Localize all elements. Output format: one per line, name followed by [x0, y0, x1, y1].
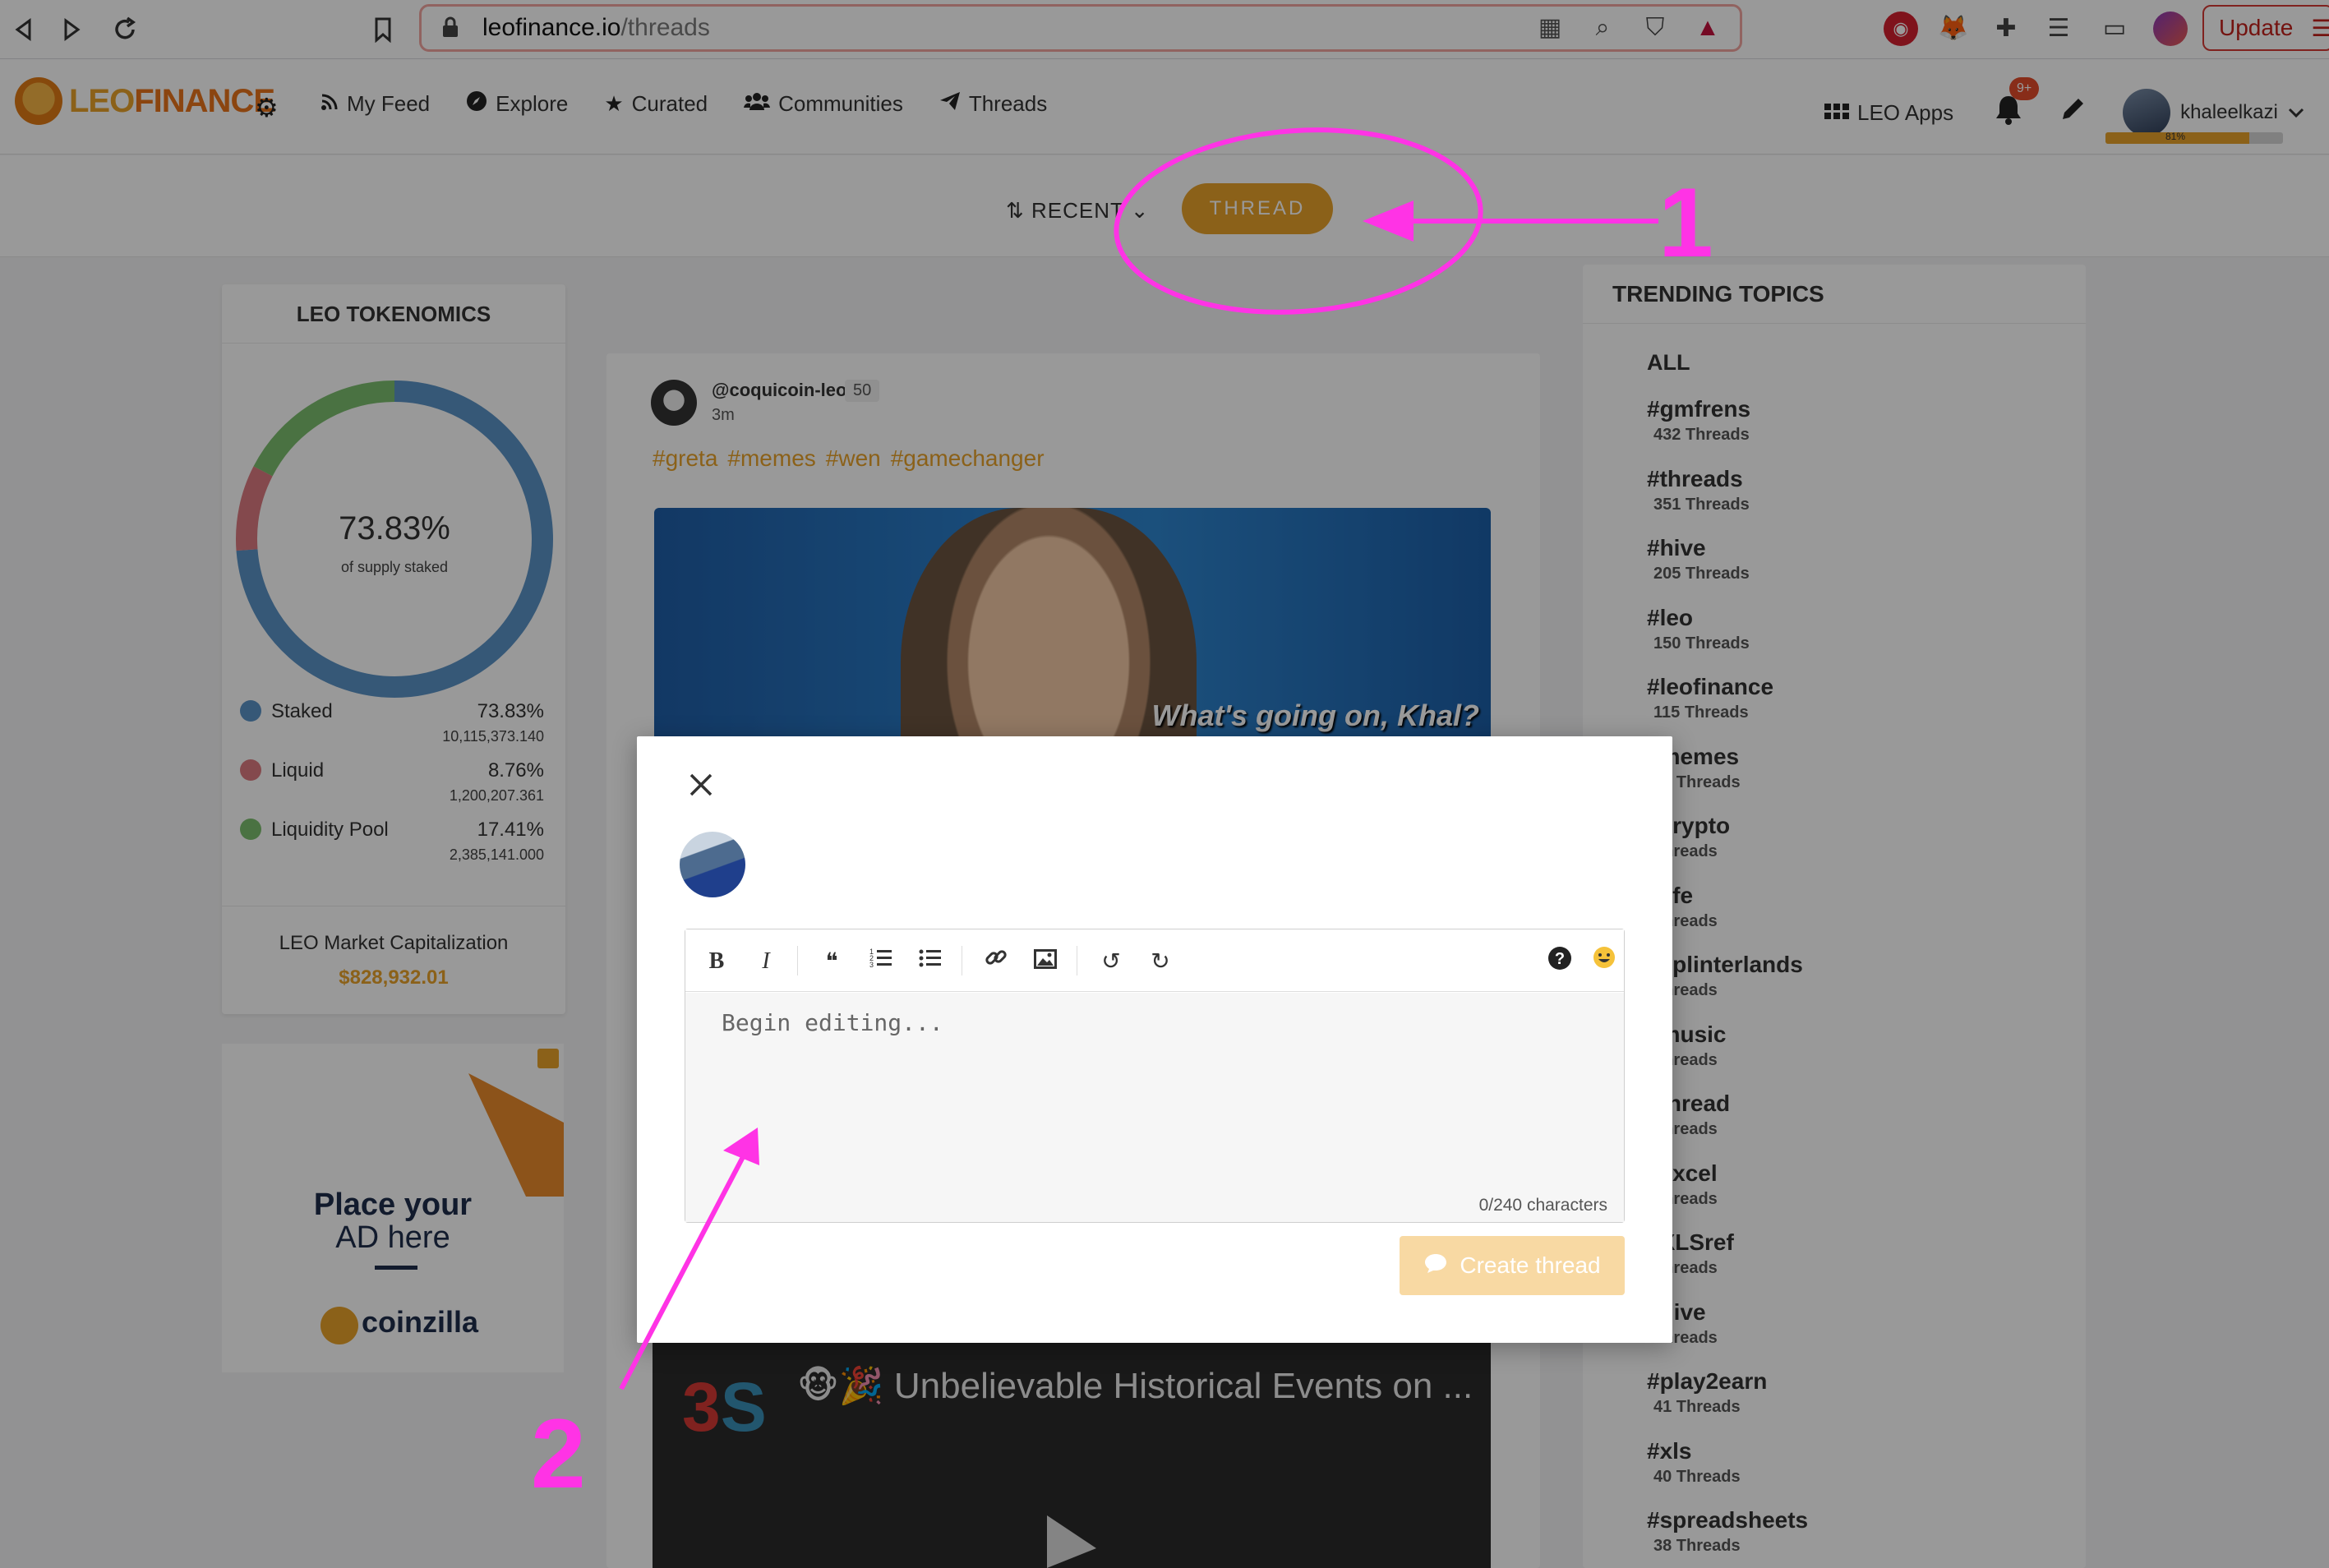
italic-icon[interactable]: I: [749, 946, 782, 977]
create-thread-modal: B I ❝ 123 ↺ ↻ ? Begin editing... 0/240 c…: [637, 736, 1672, 1343]
help-icon[interactable]: ?: [1543, 946, 1576, 977]
svg-text:?: ?: [1555, 950, 1565, 968]
undo-icon[interactable]: ↺: [1095, 946, 1128, 977]
avatar: [680, 832, 745, 897]
editor-toolbar: B I ❝ 123 ↺ ↻ ?: [685, 929, 1624, 992]
toolbar-divider: [797, 946, 798, 975]
thread-editor: B I ❝ 123 ↺ ↻ ? Begin editing... 0/240 c…: [685, 929, 1625, 1223]
create-thread-button[interactable]: Create thread: [1400, 1236, 1625, 1295]
bold-icon[interactable]: B: [700, 946, 733, 977]
quote-icon[interactable]: ❝: [815, 946, 848, 977]
ordered-list-icon[interactable]: 123: [865, 946, 897, 977]
emoji-icon[interactable]: [1588, 946, 1621, 977]
annotation-number-2: 2: [531, 1399, 586, 1509]
close-icon[interactable]: [683, 768, 719, 804]
comment-icon: [1423, 1252, 1448, 1280]
editor-placeholder: Begin editing...: [722, 1009, 943, 1036]
character-count: 0/240 characters: [1478, 1196, 1607, 1215]
annotation-number-1: 1: [1658, 168, 1713, 278]
svg-text:3: 3: [869, 961, 874, 969]
image-icon[interactable]: [1029, 946, 1062, 977]
link-icon[interactable]: [980, 946, 1012, 977]
redo-icon[interactable]: ↻: [1144, 946, 1177, 977]
bullet-list-icon[interactable]: [914, 946, 947, 977]
thread-text-input[interactable]: Begin editing... 0/240 characters: [685, 993, 1624, 1222]
